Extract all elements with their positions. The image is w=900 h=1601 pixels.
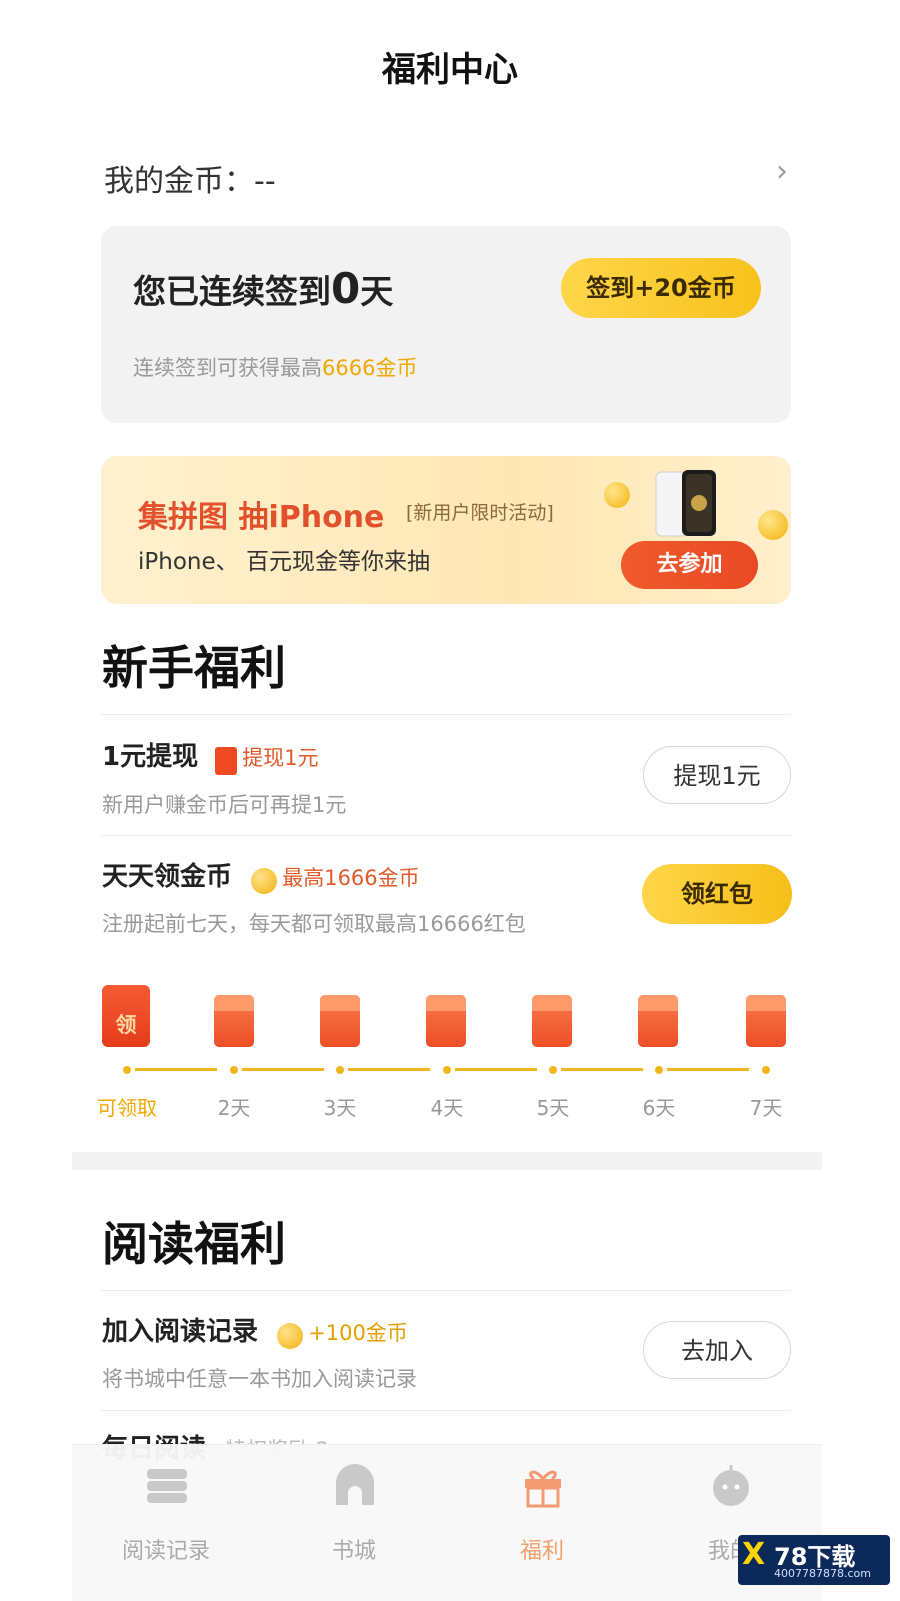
task-title: 天天领金币 [102, 862, 233, 892]
day-label: 7天 [749, 1096, 783, 1120]
section-separator [72, 1152, 822, 1170]
claim-redpacket-button[interactable]: 领红包 [642, 864, 792, 924]
bookstore-icon [336, 1464, 374, 1505]
signin-subtitle: 连续签到可获得最高6666金币 [133, 352, 417, 382]
signin-days: 0 [331, 264, 361, 313]
progress-dot [123, 1066, 131, 1074]
watermark-url: 4007787878.com [774, 1567, 871, 1580]
add-reading-button[interactable]: 去加入 [643, 1321, 791, 1379]
tab-reading-history[interactable]: 阅读记录 [72, 1445, 260, 1601]
red-envelope-icon [215, 746, 238, 775]
progress-line [242, 1068, 324, 1071]
red-envelope-icon [532, 995, 572, 1047]
profile-icon [713, 1465, 749, 1506]
progress-line [455, 1068, 537, 1071]
task-desc: 将书城中任意一本书加入阅读记录 [102, 1367, 417, 1391]
reading-section-title: 阅读福利 [102, 1217, 286, 1271]
withdraw-button[interactable]: 提现1元 [643, 746, 791, 804]
signin-card: 您已连续签到0天 签到+20金币 连续签到可获得最高6666金币 [101, 226, 791, 423]
signin-sub-highlight: 6666金币 [322, 356, 418, 380]
tab-welfare[interactable]: 福利 [448, 1445, 636, 1601]
day-label: 2天 [217, 1096, 251, 1120]
progress-line [667, 1068, 749, 1071]
task-daily-coins: 天天领金币 最高1666金币 [102, 856, 420, 894]
tab-label: 阅读记录 [121, 1539, 210, 1564]
day-label: 5天 [536, 1096, 570, 1120]
signin-sub-prefix: 连续签到可获得最高 [133, 356, 322, 380]
progress-dot [655, 1066, 663, 1074]
red-envelope-icon [214, 995, 254, 1047]
tab-label: 福利 [519, 1539, 564, 1564]
signin-title: 您已连续签到0天 [133, 264, 393, 313]
x-logo-icon: X [742, 1537, 766, 1572]
task-tag: 提现1元 [242, 746, 319, 770]
divider [101, 1290, 791, 1291]
signin-title-prefix: 您已连续签到 [133, 272, 331, 311]
page-title: 福利中心 [382, 50, 518, 90]
day-label: 6天 [642, 1096, 676, 1120]
progress-line [561, 1068, 643, 1071]
red-envelope-icon [638, 995, 678, 1047]
my-coins-label: 我的金币：-- [104, 164, 276, 199]
day-label: 可领取 [97, 1096, 157, 1120]
coin-icon [277, 1322, 304, 1349]
progress-dot [443, 1066, 451, 1074]
iphone-promo-banner[interactable]: 集拼图 抽iPhone [新用户限时活动] iPhone、 百元现金等你来抽 去… [101, 456, 791, 604]
divider [101, 714, 791, 715]
task-desc: 注册起前七天，每天都可领取最高16666红包 [102, 912, 526, 936]
progress-line [135, 1068, 217, 1071]
coin-icon [758, 510, 788, 540]
watermark-logo: X 78下载 4007787878.com [738, 1535, 890, 1585]
task-title: 1元提现 [102, 742, 199, 772]
task-tag: 最高1666金币 [282, 866, 420, 890]
red-envelope-icon [746, 995, 786, 1047]
task-desc: 新用户赚金币后可再提1元 [102, 793, 347, 817]
day-label: 3天 [323, 1096, 357, 1120]
red-envelope-icon [426, 995, 466, 1047]
red-envelope-icon[interactable]: 领 [102, 985, 150, 1047]
tab-bookstore[interactable]: 书城 [260, 1445, 448, 1601]
promo-subtitle: iPhone、 百元现金等你来抽 [138, 549, 430, 575]
progress-dot [336, 1066, 344, 1074]
progress-dot [230, 1066, 238, 1074]
divider [101, 1410, 791, 1411]
progress-dot [762, 1066, 770, 1074]
promo-title: 集拼图 抽iPhone [138, 500, 385, 535]
books-icon [147, 1469, 187, 1503]
coin-icon [251, 867, 278, 894]
progress-line [348, 1068, 430, 1071]
coin-icon [604, 482, 630, 508]
progress-dot [549, 1066, 557, 1074]
tab-bar: 阅读记录 书城 福利 我的 [72, 1444, 822, 1601]
gift-icon [525, 1470, 561, 1508]
signin-button[interactable]: 签到+20金币 [561, 258, 761, 318]
iphone-icon [655, 470, 716, 537]
divider [101, 835, 791, 836]
newbie-section-title: 新手福利 [102, 641, 286, 695]
day-label: 4天 [430, 1096, 464, 1120]
signin-title-suffix: 天 [360, 272, 394, 311]
chevron-right-icon: › [776, 154, 788, 189]
promo-tag: [新用户限时活动] [406, 502, 554, 524]
task-add-reading: 加入阅读记录 +100金币 [102, 1311, 408, 1349]
tab-label: 书城 [331, 1539, 376, 1564]
task-title: 加入阅读记录 [102, 1317, 259, 1347]
red-envelope-icon [320, 995, 360, 1047]
join-button[interactable]: 去参加 [621, 541, 758, 589]
task-tag: +100金币 [308, 1321, 408, 1345]
task-withdraw: 1元提现 提现1元 [102, 736, 319, 775]
my-coins-row[interactable]: 我的金币：-- › [104, 150, 794, 200]
